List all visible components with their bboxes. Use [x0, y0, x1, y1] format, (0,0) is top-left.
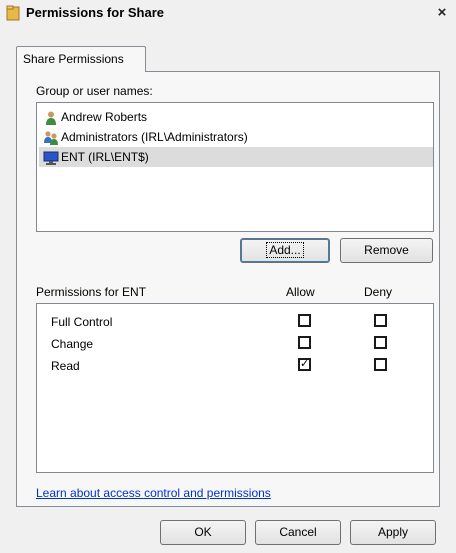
allow-column-header: Allow [286, 285, 315, 299]
deny-full-control-checkbox[interactable] [374, 314, 387, 327]
user-name: Administrators (IRL\Administrators) [61, 130, 248, 144]
permission-row-change: Change [51, 334, 93, 354]
title-bar: Permissions for Share × [0, 0, 456, 26]
user-listbox[interactable]: Andrew Roberts Administrators (IRL\Admin… [36, 102, 434, 232]
permission-name: Full Control [51, 315, 113, 329]
deny-change-checkbox[interactable] [374, 336, 387, 349]
close-button[interactable]: × [433, 4, 451, 22]
tab-label: Share Permissions [23, 52, 124, 66]
window-title: Permissions for Share [26, 5, 164, 20]
list-item-andrew-roberts[interactable]: Andrew Roberts [39, 107, 433, 127]
deny-read-checkbox[interactable] [374, 358, 387, 371]
group-user-names-label: Group or user names: [36, 84, 153, 98]
user-name: Andrew Roberts [61, 110, 148, 124]
list-item-ent[interactable]: ENT (IRL\ENT$) [39, 147, 433, 167]
deny-column-header: Deny [364, 285, 393, 299]
ok-button-label: OK [194, 525, 212, 539]
allow-full-control-checkbox[interactable] [298, 314, 311, 327]
checkmark-icon: ✓ [300, 358, 310, 370]
cancel-button-label: Cancel [279, 525, 317, 539]
group-icon [44, 131, 58, 145]
add-button-label: Add... [266, 242, 304, 258]
group-user-names-text: Group or user names: [36, 84, 153, 98]
tab-share-permissions[interactable]: Share Permissions [16, 46, 146, 72]
permission-name: Read [51, 359, 80, 373]
remove-button[interactable]: Remove [340, 238, 433, 263]
permission-row-read: Read [51, 356, 80, 376]
list-item-administrators[interactable]: Administrators (IRL\Administrators) [39, 127, 433, 147]
ok-button[interactable]: OK [160, 520, 246, 545]
access-control-help-link[interactable]: Learn about access control and permissio… [36, 486, 271, 500]
allow-change-checkbox[interactable] [298, 336, 311, 349]
permissions-listbox[interactable]: Full Control Change Read ✓ [36, 303, 434, 473]
allow-read-checkbox[interactable]: ✓ [298, 358, 311, 371]
add-button[interactable]: Add... [240, 238, 330, 263]
user-name: ENT (IRL\ENT$) [61, 150, 149, 164]
close-icon: × [437, 4, 447, 21]
permissions-for-label: Permissions for ENT [36, 285, 146, 299]
apply-button[interactable]: Apply [350, 520, 436, 545]
permissions-for-text: Permissions for ENT [36, 285, 147, 299]
cancel-button[interactable]: Cancel [255, 520, 341, 545]
apply-button-label: Apply [377, 525, 409, 539]
share-folder-icon [6, 5, 20, 21]
permission-name: Change [51, 337, 94, 351]
user-icon [46, 111, 56, 125]
remove-button-label: Remove [364, 243, 409, 257]
computer-icon [43, 151, 59, 165]
permission-row-full-control: Full Control [51, 312, 112, 332]
